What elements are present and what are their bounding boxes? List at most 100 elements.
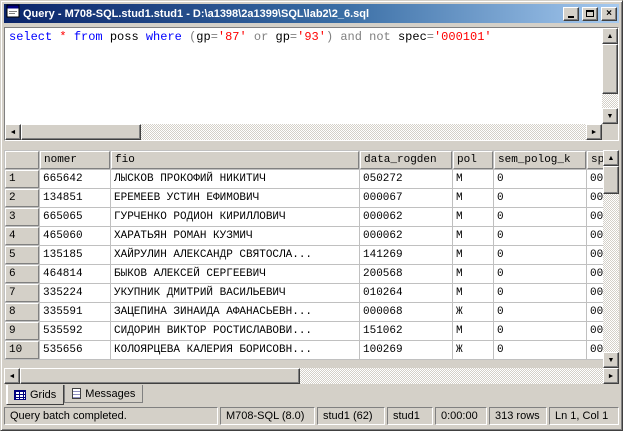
grid-scroll-up-button[interactable]: ▲ — [603, 150, 619, 166]
grid-cell-sem_polog_k[interactable]: 0 — [494, 227, 586, 245]
grid-cell-data_rogden[interactable]: 050272 — [360, 170, 452, 188]
grid-cell-nomer[interactable]: 464814 — [40, 265, 110, 283]
grid-cell-pol[interactable]: М — [453, 227, 493, 245]
row-number-cell[interactable]: 7 — [5, 284, 39, 302]
editor-hscroll-track[interactable] — [21, 124, 586, 140]
grid-cell-spec[interactable]: 003114 — [587, 189, 603, 207]
grid-cell-spec[interactable]: 001710 — [587, 246, 603, 264]
grid-cell-fio[interactable]: ЕРЕМЕЕВ УСТИН ЕФИМОВИЧ — [111, 189, 359, 207]
grid-cell-fio[interactable]: ХАЙРУЛИН АЛЕКСАНДР СВЯТОСЛА... — [111, 246, 359, 264]
grid-cell-sem_polog_k[interactable]: 0 — [494, 284, 586, 302]
minimize-button[interactable] — [563, 7, 579, 21]
grid-cell-data_rogden[interactable]: 010264 — [360, 284, 452, 302]
grid-cell-data_rogden[interactable]: 200568 — [360, 265, 452, 283]
column-header-sem_polog_k[interactable]: sem_polog_k — [494, 151, 586, 169]
grid-cell-data_rogden[interactable]: 000062 — [360, 227, 452, 245]
title-bar[interactable]: Query - M708-SQL.stud1.stud1 - D:\a1398\… — [4, 4, 619, 23]
grid-cell-data_rogden[interactable]: 151062 — [360, 322, 452, 340]
grid-cell-data_rogden[interactable]: 000068 — [360, 303, 452, 321]
grid-cell-data_rogden[interactable]: 000062 — [360, 208, 452, 226]
grid-cell-pol[interactable]: Ж — [453, 303, 493, 321]
grid-cell-spec[interactable]: 002302 — [587, 303, 603, 321]
grid-cell-fio[interactable]: БЫКОВ АЛЕКСЕЙ СЕРГЕЕВИЧ — [111, 265, 359, 283]
grid-cell-sem_polog_k[interactable]: 0 — [494, 189, 586, 207]
grid-cell-sem_polog_k[interactable]: 0 — [494, 208, 586, 226]
editor-scroll-right-button[interactable]: ► — [586, 124, 602, 140]
grid-vscrollbar[interactable]: ▲ ▼ — [603, 150, 619, 368]
grid-cell-fio[interactable]: ЗАЦЕПИНА ЗИНАИДА АФАНАСЬЕВН... — [111, 303, 359, 321]
row-number-cell[interactable]: 4 — [5, 227, 39, 245]
grid-cell-sem_polog_k[interactable]: 0 — [494, 303, 586, 321]
editor-scroll-up-button[interactable]: ▲ — [602, 28, 618, 44]
grid-cell-pol[interactable]: Ж — [453, 341, 493, 359]
column-header-nomer[interactable]: nomer — [40, 151, 110, 169]
grid-cell-sem_polog_k[interactable]: 0 — [494, 246, 586, 264]
grid-cell-fio[interactable]: КОЛОЯРЦЕВА КАЛЕРИЯ БОРИСОВН... — [111, 341, 359, 359]
grid-vscroll-thumb[interactable] — [603, 166, 619, 194]
grid-cell-nomer[interactable]: 134851 — [40, 189, 110, 207]
grid-cell-fio[interactable]: УКУПНИК ДМИТРИЙ ВАСИЛЬЕВИЧ — [111, 284, 359, 302]
close-button[interactable]: × — [601, 7, 617, 21]
row-number-cell[interactable]: 6 — [5, 265, 39, 283]
tab-grids[interactable]: Grids — [6, 385, 64, 405]
grid-cell-spec[interactable]: 003102 — [587, 208, 603, 226]
grid-scroll-down-button[interactable]: ▼ — [603, 352, 619, 368]
row-number-cell[interactable]: 8 — [5, 303, 39, 321]
grid-cell-fio[interactable]: ХАРАТЬЯН РОМАН КУЗМИЧ — [111, 227, 359, 245]
editor-vscroll-thumb[interactable] — [602, 44, 618, 94]
grid-cell-fio[interactable]: ГУРЧЕНКО РОДИОН КИРИЛЛОВИЧ — [111, 208, 359, 226]
row-number-cell[interactable]: 3 — [5, 208, 39, 226]
grid-cell-data_rogden[interactable]: 141269 — [360, 246, 452, 264]
grid-hscroll-thumb[interactable] — [20, 368, 300, 384]
editor-hscroll-thumb[interactable] — [21, 124, 141, 140]
grid-cell-pol[interactable]: М — [453, 246, 493, 264]
editor-hscrollbar[interactable]: ◄ ► — [5, 124, 602, 140]
grid-cell-pol[interactable]: М — [453, 265, 493, 283]
select-all-corner-cell[interactable] — [5, 151, 39, 169]
maximize-button[interactable] — [582, 7, 598, 21]
row-number-cell[interactable]: 5 — [5, 246, 39, 264]
row-number-cell[interactable]: 9 — [5, 322, 39, 340]
grid-cell-pol[interactable]: М — [453, 189, 493, 207]
grid-hscrollbar[interactable]: ◄ ► — [4, 368, 619, 384]
grid-cell-sem_polog_k[interactable]: 0 — [494, 170, 586, 188]
grid-cell-nomer[interactable]: 535656 — [40, 341, 110, 359]
column-header-data_rogden[interactable]: data_rogden — [360, 151, 452, 169]
editor-vscrollbar[interactable]: ▲ ▼ — [602, 28, 618, 124]
sql-query-text[interactable]: select * from poss where (gp='87' or gp=… — [5, 28, 602, 124]
grid-cell-nomer[interactable]: 465060 — [40, 227, 110, 245]
editor-scroll-down-button[interactable]: ▼ — [602, 108, 618, 124]
grid-cell-nomer[interactable]: 335224 — [40, 284, 110, 302]
column-header-pol[interactable]: pol — [453, 151, 493, 169]
grid-cell-spec[interactable]: 003102 — [587, 227, 603, 245]
editor-vscroll-track[interactable] — [602, 44, 618, 108]
grid-vscroll-track[interactable] — [603, 166, 619, 352]
grid-cell-sem_polog_k[interactable]: 0 — [494, 322, 586, 340]
grid-cell-spec[interactable]: 002305 — [587, 322, 603, 340]
grid-scroll-right-button[interactable]: ► — [603, 368, 619, 384]
grid-cell-nomer[interactable]: 665065 — [40, 208, 110, 226]
editor-scroll-left-button[interactable]: ◄ — [5, 124, 21, 140]
grid-hscroll-track[interactable] — [20, 368, 603, 384]
grid-cell-nomer[interactable]: 135185 — [40, 246, 110, 264]
tab-messages[interactable]: Messages — [64, 385, 143, 403]
grid-cell-fio[interactable]: СИДОРИН ВИКТОР РОСТИСЛАВОВИ... — [111, 322, 359, 340]
pane-splitter[interactable] — [4, 141, 619, 150]
grid-cell-nomer[interactable]: 535592 — [40, 322, 110, 340]
row-number-cell[interactable]: 10 — [5, 341, 39, 359]
grid-scroll-left-button[interactable]: ◄ — [4, 368, 20, 384]
grid-cell-sem_polog_k[interactable]: 0 — [494, 265, 586, 283]
grid-cell-spec[interactable]: 001710 — [587, 265, 603, 283]
grid-cell-data_rogden[interactable]: 000067 — [360, 189, 452, 207]
grid-cell-pol[interactable]: М — [453, 284, 493, 302]
grid-cell-pol[interactable]: М — [453, 322, 493, 340]
row-number-cell[interactable]: 2 — [5, 189, 39, 207]
grid-cell-nomer[interactable]: 335591 — [40, 303, 110, 321]
grid-cell-sem_polog_k[interactable]: 0 — [494, 341, 586, 359]
grid-cell-pol[interactable]: М — [453, 208, 493, 226]
grid-cell-spec[interactable]: 002307 — [587, 341, 603, 359]
column-header-spec[interactable]: spec — [587, 151, 603, 169]
grid-cell-pol[interactable]: М — [453, 170, 493, 188]
grid-cell-spec[interactable]: 002102 — [587, 284, 603, 302]
grid-cell-spec[interactable]: 002804 — [587, 170, 603, 188]
